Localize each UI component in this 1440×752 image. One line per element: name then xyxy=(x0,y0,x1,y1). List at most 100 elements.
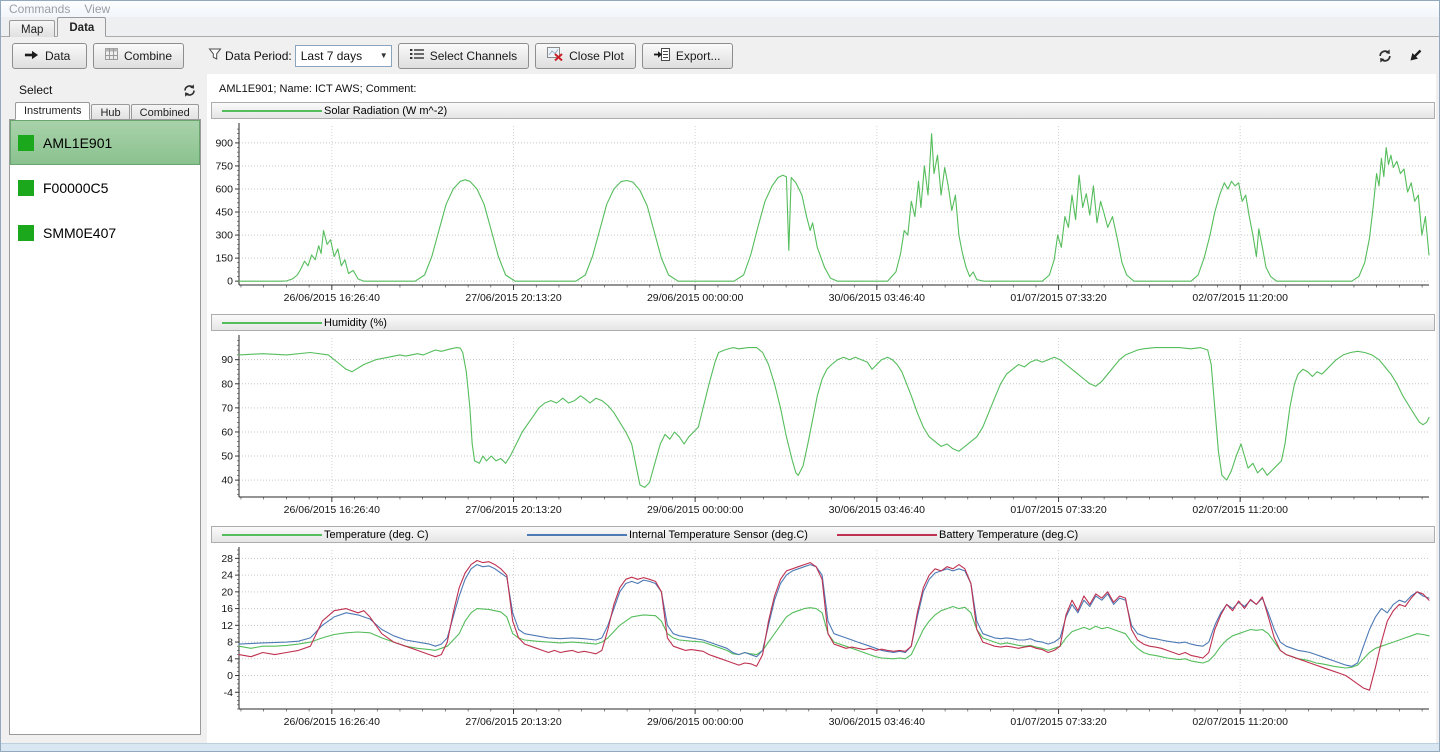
x-axis-tick-label: 29/06/2015 00:00:00 xyxy=(647,716,744,728)
sidebar-tab-strip: Instruments Hub Combined xyxy=(9,102,201,120)
temperature-chart-header: Temperature (deg. C) Internal Temperature… xyxy=(211,526,1435,543)
plot-meta-text: AML1E901; Name: ICT AWS; Comment: xyxy=(219,83,417,95)
data-button[interactable]: Data xyxy=(12,42,87,69)
toolbar-right-icons xyxy=(1377,48,1423,64)
x-axis-tick-label: 30/06/2015 03:46:40 xyxy=(829,504,926,516)
legend-line-icon xyxy=(222,321,322,324)
svg-text:4: 4 xyxy=(227,653,233,665)
legend-label: Battery Temperature (deg.C) xyxy=(939,528,1079,541)
instrument-swatch-icon xyxy=(18,179,34,196)
close-plot-button[interactable]: Close Plot xyxy=(535,42,636,69)
instrument-swatch-icon xyxy=(18,134,34,151)
svg-text:50: 50 xyxy=(221,451,233,463)
svg-text:24: 24 xyxy=(221,570,233,582)
svg-text:12: 12 xyxy=(221,620,233,632)
combine-grid-icon xyxy=(105,48,118,63)
legend-humidity: Humidity (%) xyxy=(222,315,387,330)
content-area: Select Instruments Hub Combined AML1E901… xyxy=(1,74,1439,743)
export-button[interactable]: Export... xyxy=(641,42,733,69)
x-axis-tick-label: 27/06/2015 20:13:20 xyxy=(465,504,562,516)
temperature-chart-block: Temperature (deg. C) Internal Temperature… xyxy=(211,526,1436,733)
instrument-item-aml1e901[interactable]: AML1E901 xyxy=(10,120,200,165)
x-axis-tick-label: 26/06/2015 16:26:40 xyxy=(284,716,381,728)
instrument-label: SMM0E407 xyxy=(43,224,117,241)
instrument-label: AML1E901 xyxy=(43,134,113,151)
channel-list-icon xyxy=(409,48,424,63)
x-axis-tick-label: 02/07/2015 11:20:00 xyxy=(1192,292,1288,304)
legend-line-icon xyxy=(222,533,322,536)
svg-text:300: 300 xyxy=(215,230,233,242)
svg-text:450: 450 xyxy=(215,207,233,219)
svg-text:0: 0 xyxy=(227,276,233,288)
svg-text:28: 28 xyxy=(221,553,233,565)
series-humidity xyxy=(238,347,1430,488)
legend-line-icon xyxy=(527,533,627,536)
main-tab-strip: Map Data xyxy=(1,17,1439,37)
legend-internal-temperature-sensor-deg-c: Internal Temperature Sensor (deg.C) xyxy=(527,527,808,542)
tab-map[interactable]: Map xyxy=(9,20,56,37)
svg-text:90: 90 xyxy=(221,354,233,366)
sidebar-tab-instruments[interactable]: Instruments xyxy=(15,102,91,120)
close-plot-icon xyxy=(547,47,563,64)
humidity-chart[interactable]: 40 50 60 70 80 90 26/06/2015 16:26:40 27/06/201… xyxy=(211,331,1435,521)
instrument-item-f00000c5[interactable]: F00000C5 xyxy=(10,165,200,210)
menu-bar: Commands View xyxy=(1,1,1439,17)
legend-label: Internal Temperature Sensor (deg.C) xyxy=(629,528,808,541)
menu-view[interactable]: View xyxy=(84,2,110,16)
x-axis-tick-label: 02/07/2015 11:20:00 xyxy=(1192,716,1288,728)
tab-data[interactable]: Data xyxy=(57,17,107,37)
sidebar-refresh-icon[interactable] xyxy=(182,83,197,98)
sidebar: Select Instruments Hub Combined AML1E901… xyxy=(9,78,201,735)
svg-text:-4: -4 xyxy=(224,687,233,699)
x-axis-tick-label: 30/06/2015 03:46:40 xyxy=(829,716,926,728)
x-axis-tick-label: 27/06/2015 20:13:20 xyxy=(465,292,562,304)
export-icon xyxy=(653,47,670,64)
data-period-select[interactable]: Last 7 days ▼ xyxy=(294,44,392,67)
temperature-chart[interactable]: -4 0 4 8 12 16 20 24 28 26/06/2015 16:26:40 27/06/… xyxy=(211,543,1435,733)
x-axis-tick-label: 01/07/2015 07:33:20 xyxy=(1010,292,1107,304)
svg-text:20: 20 xyxy=(221,586,233,598)
x-axis-tick-label: 01/07/2015 07:33:20 xyxy=(1010,504,1107,516)
svg-text:0: 0 xyxy=(227,670,233,682)
instrument-list: AML1E901 F00000C5 SMM0E407 xyxy=(9,119,201,735)
window-bottom-edge xyxy=(1,743,1439,751)
plot-panel: AML1E901; Name: ICT AWS; Comment: Solar … xyxy=(207,74,1436,743)
x-axis-tick-label: 26/06/2015 16:26:40 xyxy=(284,292,381,304)
menu-commands[interactable]: Commands xyxy=(9,2,70,16)
x-axis-tick-label: 27/06/2015 20:13:20 xyxy=(465,716,562,728)
sidebar-title: Select xyxy=(19,83,53,97)
instrument-label: F00000C5 xyxy=(43,179,109,196)
sidebar-tab-combined[interactable]: Combined xyxy=(130,104,199,120)
humidity-chart-header: Humidity (%) xyxy=(211,314,1435,331)
svg-text:16: 16 xyxy=(221,603,233,615)
legend-temperature-deg-c: Temperature (deg. C) xyxy=(222,527,429,542)
x-axis-tick-label: 30/06/2015 03:46:40 xyxy=(829,292,926,304)
legend-line-icon xyxy=(837,533,937,536)
dock-arrow-icon[interactable] xyxy=(1408,48,1423,63)
combine-button[interactable]: Combine xyxy=(93,42,185,69)
svg-text:600: 600 xyxy=(215,183,233,195)
svg-text:150: 150 xyxy=(215,253,233,265)
select-channels-button[interactable]: Select Channels xyxy=(397,42,530,69)
app-window: Commands View Map Data Data Combine Data… xyxy=(0,0,1440,752)
solar-radiation-chart-header: Solar Radiation (W m^-2) xyxy=(211,102,1435,119)
instrument-swatch-icon xyxy=(18,224,34,241)
x-axis-tick-label: 29/06/2015 00:00:00 xyxy=(647,292,744,304)
sidebar-tab-hub[interactable]: Hub xyxy=(91,104,130,120)
x-axis-tick-label: 01/07/2015 07:33:20 xyxy=(1010,716,1107,728)
x-axis-tick-label: 02/07/2015 11:20:00 xyxy=(1192,504,1288,516)
svg-text:750: 750 xyxy=(215,160,233,172)
data-period-label: Data Period: xyxy=(225,48,292,63)
instrument-item-smm0e407[interactable]: SMM0E407 xyxy=(10,210,200,255)
x-axis-tick-label: 26/06/2015 16:26:40 xyxy=(284,504,381,516)
svg-text:40: 40 xyxy=(221,475,233,487)
refresh-icon[interactable] xyxy=(1377,48,1393,64)
legend-label: Solar Radiation (W m^-2) xyxy=(324,104,448,117)
data-period-group: Data Period: Last 7 days ▼ xyxy=(208,44,398,67)
svg-text:900: 900 xyxy=(215,137,233,149)
legend-label: Humidity (%) xyxy=(324,316,387,329)
legend-label: Temperature (deg. C) xyxy=(324,528,429,541)
solar-radiation-chart[interactable]: 0 150 300 450 600 750 900 26/06/2015 16:26:40 27… xyxy=(211,119,1435,309)
toolbar: Data Combine Data Period: Last 7 days ▼ … xyxy=(1,37,1439,74)
svg-text:80: 80 xyxy=(221,378,233,390)
